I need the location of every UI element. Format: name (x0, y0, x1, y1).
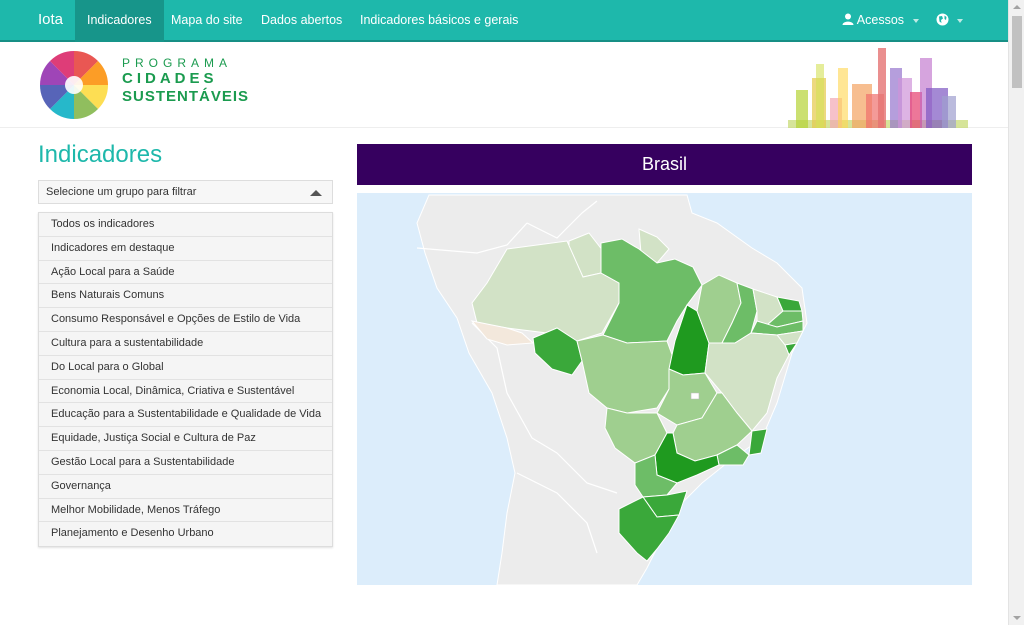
list-item-acao-local-saude[interactable]: Ação Local para a Saúde (39, 261, 332, 285)
list-item-bens-naturais-comuns[interactable]: Bens Naturais Comuns (39, 284, 332, 309)
chevron-down-icon (957, 18, 964, 23)
chevron-down-icon (912, 18, 919, 23)
state-df[interactable] (690, 392, 700, 400)
brand-link[interactable]: Iota (26, 0, 75, 42)
map-title-bar: Brasil (357, 144, 972, 185)
user-icon (842, 13, 854, 25)
group-filter-select[interactable]: Selecione um grupo para filtrar (38, 180, 333, 204)
scrollbar-thumb[interactable] (1012, 16, 1022, 88)
globe-icon (936, 13, 949, 26)
group-filter-placeholder: Selecione um grupo para filtrar (46, 186, 197, 198)
logo-line-sustentaveis: SUSTENTÁVEIS (122, 88, 250, 105)
list-item-todos-os-indicadores[interactable]: Todos os indicadores (39, 213, 332, 237)
nav-item-indicadores[interactable]: Indicadores (75, 0, 164, 42)
city-skyline-illustration (788, 48, 968, 128)
program-logo-icon[interactable] (38, 49, 110, 121)
brazil-states-map[interactable] (357, 193, 972, 585)
list-item-consumo-responsavel[interactable]: Consumo Responsável e Opções de Estilo d… (39, 308, 332, 332)
nav-item-indicadores-basicos[interactable]: Indicadores básicos e gerais (348, 0, 530, 42)
list-item-cultura-sustentabilidade[interactable]: Cultura para a sustentabilidade (39, 332, 332, 356)
page-header: PROGRAMA CIDADES SUSTENTÁVEIS (0, 42, 1008, 128)
scroll-up-icon[interactable] (1013, 5, 1021, 9)
map-svg (416, 194, 808, 585)
language-dropdown[interactable] (936, 0, 964, 42)
acessos-dropdown[interactable]: Acessos (842, 0, 919, 42)
indicator-group-list: Todos os indicadores Indicadores em dest… (38, 212, 333, 548)
page-title: Indicadores (38, 141, 163, 168)
nav-item-dados-abertos[interactable]: Dados abertos (249, 0, 354, 42)
logo-line-programa: PROGRAMA (122, 56, 233, 70)
list-item-gestao-local[interactable]: Gestão Local para a Sustentabilidade (39, 451, 332, 475)
page-scrollbar[interactable] (1008, 0, 1024, 625)
scroll-down-icon[interactable] (1013, 616, 1021, 620)
list-item-educacao-sustentabilidade[interactable]: Educação para a Sustentabilidade e Quali… (39, 403, 332, 428)
list-item-governanca[interactable]: Governança (39, 475, 332, 499)
acessos-label: Acessos (856, 13, 905, 27)
list-item-melhor-mobilidade[interactable]: Melhor Mobilidade, Menos Tráfego (39, 499, 332, 523)
triangle-up-icon (310, 190, 322, 196)
nav-item-mapa-do-site[interactable]: Mapa do site (159, 0, 255, 42)
program-logo-text: PROGRAMA CIDADES SUSTENTÁVEIS (122, 56, 249, 106)
list-item-planejamento-urbano[interactable]: Planejamento e Desenho Urbano (39, 522, 332, 546)
list-item-equidade-justica-social[interactable]: Equidade, Justiça Social e Cultura de Pa… (39, 427, 332, 451)
list-item-economia-local[interactable]: Economia Local, Dinâmica, Criativa e Sus… (39, 380, 332, 404)
list-item-indicadores-em-destaque[interactable]: Indicadores em destaque (39, 237, 332, 261)
top-navbar: Iota Indicadores Mapa do site Dados aber… (0, 0, 1008, 42)
state-espirito-santo[interactable] (748, 428, 768, 456)
list-item-do-local-para-o-global[interactable]: Do Local para o Global (39, 356, 332, 380)
logo-line-cidades: CIDADES (122, 70, 218, 87)
